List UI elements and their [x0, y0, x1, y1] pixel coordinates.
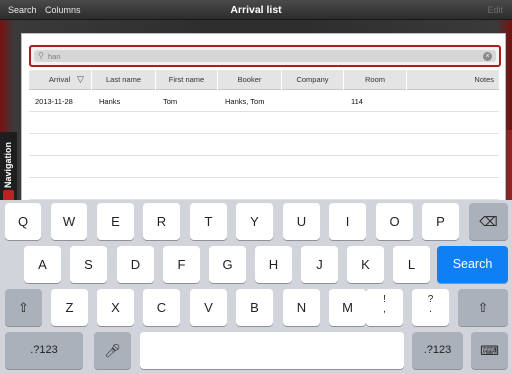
- shift-icon: ⇧: [477, 300, 489, 315]
- key-g[interactable]: G: [209, 246, 246, 283]
- cell-first-name: Tom: [163, 97, 178, 106]
- key-exclamation-comma[interactable]: ! ,: [366, 289, 403, 326]
- dictation-key[interactable]: 🎤︎: [94, 332, 131, 369]
- key-l[interactable]: L: [393, 246, 430, 283]
- shift-key-left[interactable]: ⇧: [5, 289, 42, 326]
- search-field-container: ⚲ ×: [34, 50, 496, 62]
- key-b[interactable]: B: [236, 289, 273, 326]
- key-i[interactable]: I: [329, 203, 366, 240]
- column-header-notes[interactable]: Notes: [406, 70, 499, 90]
- shift-icon: ⇧: [18, 300, 29, 315]
- column-header-booker[interactable]: Booker: [217, 70, 281, 90]
- table-row[interactable]: 2013-11-28 Hanks Tom Hanks, Tom 114: [29, 91, 499, 112]
- key-p[interactable]: P: [422, 203, 459, 240]
- key-h[interactable]: H: [255, 246, 292, 283]
- cell-room: 114: [351, 97, 363, 106]
- hide-keyboard-key[interactable]: ⌨: [471, 332, 508, 369]
- key-z[interactable]: Z: [51, 289, 88, 326]
- table-header: Arrival ▽ Last name First name Booker Co…: [29, 70, 499, 90]
- column-header-first-name[interactable]: First name: [155, 70, 217, 90]
- search-icon: ⚲: [38, 51, 44, 60]
- backspace-icon: ⌫: [479, 214, 498, 229]
- key-s[interactable]: S: [70, 246, 107, 283]
- top-navigation-bar: Search Columns Arrival list Edit: [0, 0, 512, 20]
- key-e[interactable]: E: [97, 203, 134, 240]
- key-f[interactable]: F: [163, 246, 200, 283]
- empty-table-row: [29, 157, 499, 178]
- key-d[interactable]: D: [117, 246, 154, 283]
- key-question-period[interactable]: ? .: [412, 289, 449, 326]
- chevron-down-icon[interactable]: ▽: [77, 74, 84, 85]
- key-k[interactable]: K: [347, 246, 384, 283]
- key-period-label: .: [429, 304, 432, 315]
- space-bar[interactable]: [140, 332, 404, 369]
- cell-booker: Hanks, Tom: [225, 97, 265, 106]
- clear-search-icon[interactable]: ×: [483, 51, 492, 61]
- key-y[interactable]: Y: [236, 203, 273, 240]
- backspace-key[interactable]: ⌫: [469, 203, 508, 240]
- arrival-list-panel: ⚲ × Arrival ▽ Last name First name Booke…: [21, 33, 506, 203]
- search-input[interactable]: [48, 50, 468, 62]
- key-r[interactable]: R: [143, 203, 180, 240]
- empty-table-row: [29, 113, 499, 134]
- search-bar: ⚲ ×: [29, 45, 501, 67]
- cell-last-name: Hanks: [99, 97, 121, 106]
- key-u[interactable]: U: [283, 203, 320, 240]
- navigation-tab-label: Navigation: [3, 142, 13, 189]
- key-w[interactable]: W: [51, 203, 87, 240]
- key-q[interactable]: Q: [5, 203, 41, 240]
- cell-arrival: 2013-11-28: [35, 97, 73, 106]
- key-m[interactable]: M: [329, 289, 366, 326]
- keyboard-hide-icon: ⌨: [480, 343, 499, 358]
- key-comma-label: ,: [383, 304, 386, 315]
- navigation-side-tab[interactable]: Navigation: [0, 132, 17, 202]
- shift-key-right[interactable]: ⇧: [458, 289, 508, 326]
- key-j[interactable]: J: [301, 246, 338, 283]
- empty-table-row: [29, 179, 499, 200]
- key-t[interactable]: T: [190, 203, 227, 240]
- key-c[interactable]: C: [143, 289, 180, 326]
- key-n[interactable]: N: [283, 289, 320, 326]
- column-header-room[interactable]: Room: [343, 70, 406, 90]
- numbers-key-left[interactable]: .?123: [5, 332, 83, 369]
- key-x[interactable]: X: [97, 289, 134, 326]
- edit-button[interactable]: Edit: [487, 5, 503, 15]
- microphone-icon: 🎤︎: [104, 343, 121, 358]
- numbers-key-right[interactable]: .?123: [412, 332, 463, 369]
- key-a[interactable]: A: [24, 246, 61, 283]
- key-o[interactable]: O: [376, 203, 413, 240]
- empty-table-row: [29, 135, 499, 156]
- key-v[interactable]: V: [190, 289, 227, 326]
- column-header-last-name[interactable]: Last name: [91, 70, 155, 90]
- search-key[interactable]: Search: [437, 246, 508, 283]
- on-screen-keyboard: Q W E R T Y U I O P ⌫ A S D F G H J K L …: [0, 200, 512, 374]
- column-header-company[interactable]: Company: [281, 70, 343, 90]
- page-title: Arrival list: [230, 4, 282, 16]
